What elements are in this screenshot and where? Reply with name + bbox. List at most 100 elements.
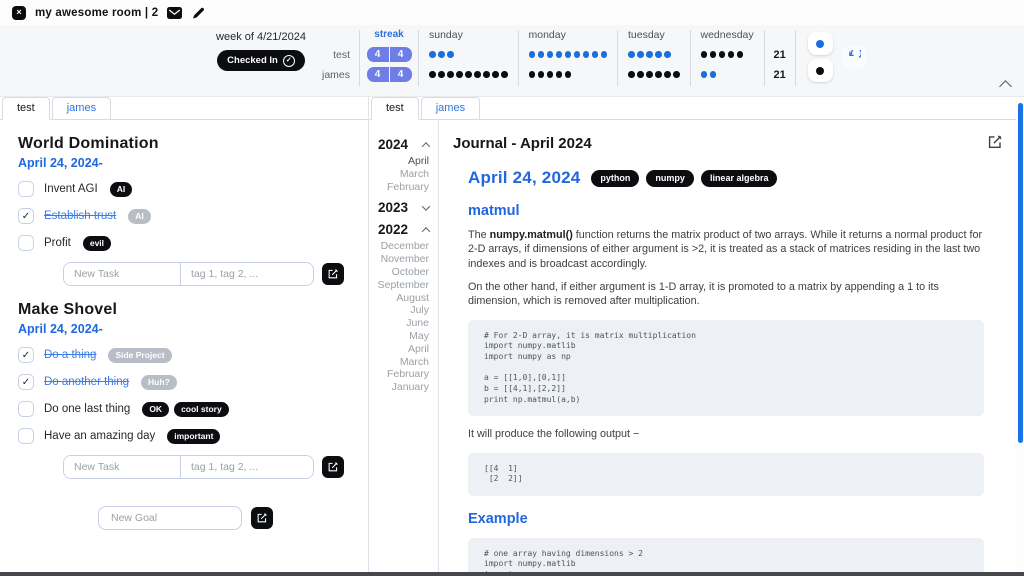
new-goal-input[interactable] [98, 506, 242, 530]
streak-value: 4 [390, 47, 412, 62]
entry-paragraph: The numpy.matmul() function returns the … [468, 228, 984, 271]
tab-james-journal[interactable]: james [421, 97, 480, 120]
bottom-edge [0, 572, 1024, 576]
month-october-2022[interactable]: October [369, 266, 438, 279]
journal-entry: April 24, 2024 pythonnumpylinear algebra… [468, 168, 984, 572]
task-badge: OK [142, 402, 169, 417]
month-march-2024[interactable]: March [369, 168, 438, 181]
task-checkbox[interactable]: ✓ [18, 347, 34, 363]
entry-date: April 24, 2024 [468, 168, 580, 188]
year-row-2023[interactable]: 2023 [369, 200, 438, 215]
close-room-icon[interactable]: × [12, 6, 26, 20]
task-label: Do a thing [44, 349, 96, 361]
tab-test-goals[interactable]: test [2, 97, 50, 120]
compose-icon [257, 512, 267, 524]
black-dot-icon [655, 71, 662, 78]
day-label: sunday [429, 29, 508, 41]
add-goal-button[interactable] [251, 507, 273, 529]
dot-row [529, 47, 608, 62]
task-row: Do one last thingOKcool story [18, 401, 368, 417]
new-task-inputs [63, 455, 314, 479]
new-task-tags-input[interactable] [181, 456, 313, 478]
month-may-2022[interactable]: May [369, 330, 438, 343]
blue-dot-icon [646, 51, 653, 58]
compose-icon [328, 461, 338, 473]
streak-row: 44 [367, 47, 412, 62]
black-dot-icon [565, 71, 572, 78]
tab-james-goals[interactable]: james [52, 97, 111, 120]
output-label: It will produce the following output − [468, 427, 984, 441]
task-checkbox[interactable] [18, 401, 34, 417]
month-june-2022[interactable]: June [369, 317, 438, 330]
task-row: Invent AGIAI [18, 181, 368, 197]
tab-test-journal[interactable]: test [371, 97, 419, 120]
year-row-2024[interactable]: 2024 [369, 137, 438, 152]
code-output-block: [[4 1] [2 2]] [468, 453, 984, 496]
black-dot-icon [492, 71, 499, 78]
compose-icon [988, 135, 1002, 149]
blue-dot-icon [628, 51, 635, 58]
month-july-2022[interactable]: July [369, 304, 438, 317]
month-january-2022[interactable]: January [369, 381, 438, 394]
chevron-up-icon [422, 227, 430, 235]
task-checkbox[interactable] [18, 235, 34, 251]
black-dot-icon [447, 71, 454, 78]
task-badges: important [167, 429, 220, 444]
task-checkbox[interactable] [18, 181, 34, 197]
month-september-2022[interactable]: September [369, 279, 438, 292]
task-checkbox[interactable]: ✓ [18, 374, 34, 390]
journal-panel: testjames 2024AprilMarchFebruary20232022… [369, 97, 1024, 572]
task-checkbox[interactable] [18, 428, 34, 444]
weekly-header: week of 4/21/2024 Checked In ✓ testjames… [0, 25, 1024, 97]
month-february-2022[interactable]: February [369, 368, 438, 381]
undo-button[interactable] [842, 46, 867, 69]
black-dot-icon [710, 51, 717, 58]
blue-dot-icon [701, 71, 708, 78]
goal-section: World DominationApril 24, 2024-Invent AG… [18, 135, 368, 286]
month-march-2022[interactable]: March [369, 356, 438, 369]
task-checkbox[interactable]: ✓ [18, 208, 34, 224]
task-badge: AI [110, 182, 133, 197]
new-task-tags-input[interactable] [181, 263, 313, 285]
header-buttons [808, 32, 867, 82]
month-april-2022[interactable]: April [369, 343, 438, 356]
checked-in-button[interactable]: Checked In ✓ [217, 50, 305, 71]
pencil-icon[interactable] [191, 6, 205, 20]
blue-dot-icon [655, 51, 662, 58]
dots [429, 51, 454, 58]
goals-panel-tabs: testjames [0, 97, 368, 120]
blue-dot-button[interactable] [808, 32, 833, 55]
journal-content: Journal - April 2024 April 24, 2024 [439, 120, 1024, 572]
collapse-header-chevron-icon[interactable] [999, 80, 1012, 93]
month-february-2024[interactable]: February [369, 181, 438, 194]
dot-row [701, 47, 754, 62]
task-label: Profit [44, 237, 71, 249]
edit-journal-button[interactable] [988, 135, 1002, 152]
black-dot-button[interactable] [808, 59, 833, 82]
scrollbar-thumb[interactable] [1018, 103, 1023, 443]
mail-icon[interactable] [167, 7, 182, 19]
task-row: ✓Do another thingHuh? [18, 374, 368, 390]
entry-paragraph: On the other hand, if either argument is… [468, 280, 984, 309]
total-count: 21 [774, 67, 786, 82]
day-column-tuesday: tuesday [618, 29, 690, 87]
add-task-button[interactable] [322, 263, 344, 285]
month-november-2022[interactable]: November [369, 253, 438, 266]
new-task-input[interactable] [64, 456, 181, 478]
month-december-2022[interactable]: December [369, 240, 438, 253]
blue-dot-icon [447, 51, 454, 58]
streak-label: streak [374, 29, 403, 41]
add-task-button[interactable] [322, 456, 344, 478]
month-april-2024[interactable]: April [369, 155, 438, 168]
new-goal-row [98, 506, 368, 530]
dots [529, 71, 572, 78]
year-row-2022[interactable]: 2022 [369, 222, 438, 237]
dots [429, 71, 508, 78]
black-dot-icon [547, 71, 554, 78]
month-august-2022[interactable]: August [369, 292, 438, 305]
goals-panel: testjames World DominationApril 24, 2024… [0, 97, 369, 572]
new-task-input[interactable] [64, 263, 181, 285]
dots [529, 51, 608, 58]
blue-dot-icon [438, 51, 445, 58]
task-badges: evil [83, 236, 111, 251]
